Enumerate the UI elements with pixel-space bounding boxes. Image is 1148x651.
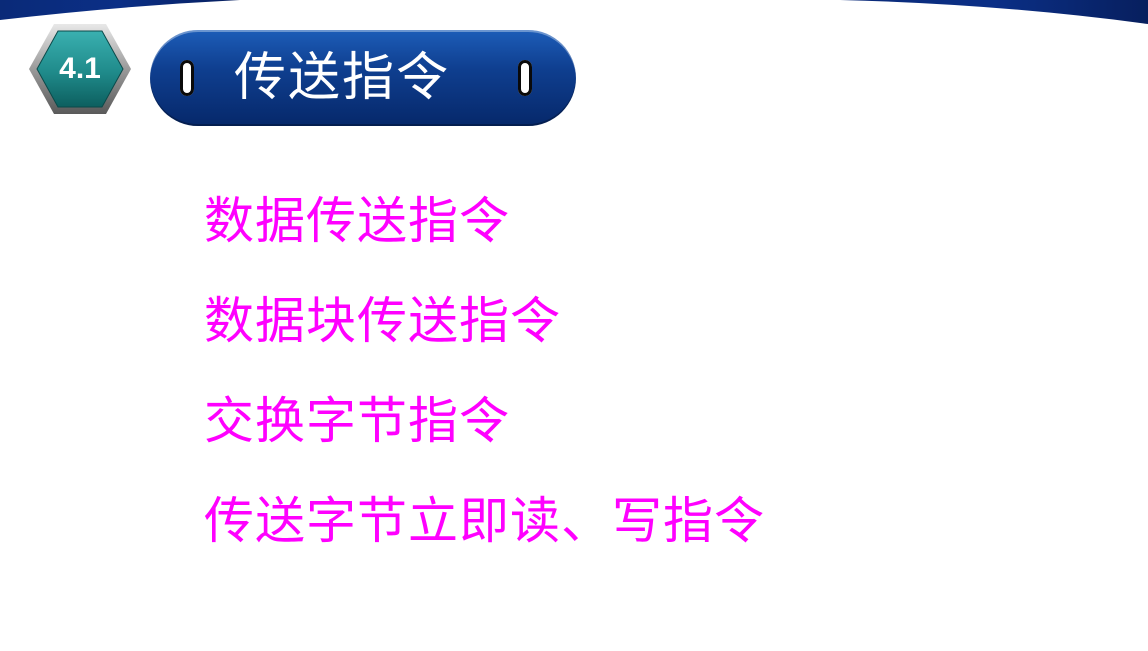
section-number: 4.1 — [59, 52, 101, 85]
title-banner: 传送指令 — [150, 30, 576, 126]
list-item: 交换字节指令 — [204, 392, 510, 450]
header-decoration — [0, 0, 1148, 24]
banner-right-bar-icon — [518, 60, 532, 96]
list-item: 数据传送指令 — [204, 192, 510, 250]
slide: 4.1 传送指令 数据传送指令 数据块传送指令 交换字节指令 传送字节立即读、写… — [0, 0, 1148, 651]
instruction-list: 数据传送指令 数据块传送指令 交换字节指令 传送字节立即读、写指令 — [204, 186, 765, 586]
slide-title: 传送指令 — [234, 48, 451, 108]
banner-left-bar-icon — [180, 60, 194, 96]
list-item: 数据块传送指令 — [204, 292, 561, 350]
list-item: 传送字节立即读、写指令 — [204, 492, 765, 550]
